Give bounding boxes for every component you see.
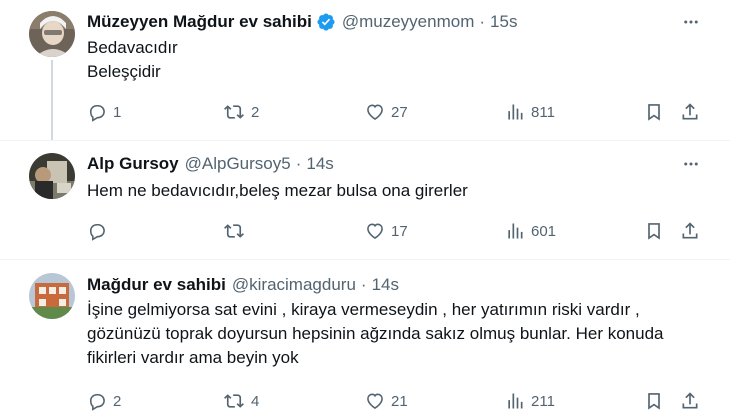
tweet-header: Mağdur ev sahibi @kiracimagduru · 14s <box>87 273 399 297</box>
views-icon <box>508 393 523 409</box>
tweet-text-line: Beleşçidir <box>87 62 161 81</box>
share-icon <box>682 392 698 409</box>
timestamp[interactable]: 14s <box>306 154 333 174</box>
retweet-button[interactable]: 4 <box>223 388 259 414</box>
heart-icon <box>367 223 383 240</box>
reply-button[interactable]: 1 <box>87 99 121 125</box>
retweet-icon <box>224 394 244 408</box>
bookmark-button[interactable] <box>644 388 664 414</box>
views-button[interactable]: 811 <box>505 99 555 125</box>
display-name[interactable]: Alp Gursoy <box>87 154 179 174</box>
reply-button[interactable]: 2 <box>87 388 121 414</box>
share-icon <box>682 103 698 120</box>
heart-icon <box>367 393 383 410</box>
heart-icon <box>367 104 383 121</box>
views-icon <box>508 223 523 239</box>
avatar[interactable] <box>29 11 75 57</box>
more-options-icon[interactable] <box>680 153 702 175</box>
reply-button[interactable] <box>87 218 113 244</box>
bookmark-button[interactable] <box>644 99 664 125</box>
views-icon <box>508 104 523 120</box>
reply-count: 1 <box>113 103 122 121</box>
tweet[interactable]: Alp Gursoy @AlpGursoy5 · 14s Hem ne beda… <box>0 141 730 259</box>
display-name[interactable]: Müzeyyen Mağdur ev sahibi <box>87 12 312 32</box>
like-button[interactable]: 27 <box>365 99 408 125</box>
more-options-icon[interactable] <box>680 11 702 33</box>
retweet-button[interactable] <box>223 218 251 244</box>
bookmark-icon <box>648 104 660 121</box>
like-count: 21 <box>391 392 408 410</box>
retweet-button[interactable]: 2 <box>223 99 259 125</box>
share-button[interactable] <box>680 388 700 414</box>
avatar[interactable] <box>29 273 75 319</box>
retweet-icon <box>224 105 244 119</box>
tweet-header: Müzeyyen Mağdur ev sahibi @muzeyyenmom ·… <box>87 10 517 34</box>
tweet-text-line: Hem ne bedavıcıdır,beleş mezar bulsa ona… <box>87 181 468 200</box>
share-button[interactable] <box>680 99 700 125</box>
retweet-count: 4 <box>251 392 260 410</box>
action-bar: 1 2 27 811 <box>0 99 730 125</box>
share-button[interactable] <box>680 218 700 244</box>
tweet-text: Bedavacıdır Beleşçidir <box>87 36 707 84</box>
user-handle[interactable]: @kiracimagduru <box>232 275 356 295</box>
tweet-text-line: gözünüzü toprak doyursun hepsinin ağzınd… <box>87 324 664 343</box>
reply-icon <box>89 104 105 122</box>
reply-icon <box>89 223 105 241</box>
tweet-text: İşine gelmiyorsa sat evini , kiraya verm… <box>87 298 707 370</box>
tweet[interactable]: Müzeyyen Mağdur ev sahibi @muzeyyenmom ·… <box>0 0 730 140</box>
user-handle[interactable]: @muzeyyenmom <box>342 12 475 32</box>
bookmark-button[interactable] <box>644 218 664 244</box>
retweet-icon <box>224 224 244 238</box>
tweet-header: Alp Gursoy @AlpGursoy5 · 14s <box>87 152 334 176</box>
like-count: 27 <box>391 103 408 121</box>
tweet-text-line: fikirleri vardır ama beyin yok <box>87 348 299 367</box>
verified-badge-icon <box>316 12 336 32</box>
user-handle[interactable]: @AlpGursoy5 <box>185 154 291 174</box>
separator-dot: · <box>360 275 367 294</box>
tweet-text-line: Bedavacıdır <box>87 38 178 57</box>
bookmark-icon <box>648 223 660 240</box>
like-button[interactable]: 17 <box>365 218 408 244</box>
separator-dot: · <box>479 12 486 31</box>
separator-dot: · <box>295 154 302 173</box>
timestamp[interactable]: 14s <box>372 275 399 295</box>
like-button[interactable]: 21 <box>365 388 408 414</box>
tweet-text: Hem ne bedavıcıdır,beleş mezar bulsa ona… <box>87 179 707 203</box>
views-button[interactable]: 601 <box>505 218 556 244</box>
action-bar: 17 601 <box>0 218 730 244</box>
display-name[interactable]: Mağdur ev sahibi <box>87 275 226 295</box>
views-count: 211 <box>531 392 555 410</box>
tweet-text-line: İşine gelmiyorsa sat evini , kiraya verm… <box>87 300 640 319</box>
tweet[interactable]: Mağdur ev sahibi @kiracimagduru · 14s İş… <box>0 260 730 420</box>
like-count: 17 <box>391 222 408 240</box>
share-icon <box>682 222 698 239</box>
views-button[interactable]: 211 <box>505 388 555 414</box>
avatar[interactable] <box>29 153 75 199</box>
reply-icon <box>89 393 105 411</box>
reply-count: 2 <box>113 392 122 410</box>
timestamp[interactable]: 15s <box>490 12 517 32</box>
views-count: 811 <box>531 103 555 121</box>
action-bar: 2 4 21 211 <box>0 388 730 414</box>
retweet-count: 2 <box>251 103 260 121</box>
views-count: 601 <box>531 222 557 240</box>
bookmark-icon <box>648 393 660 410</box>
